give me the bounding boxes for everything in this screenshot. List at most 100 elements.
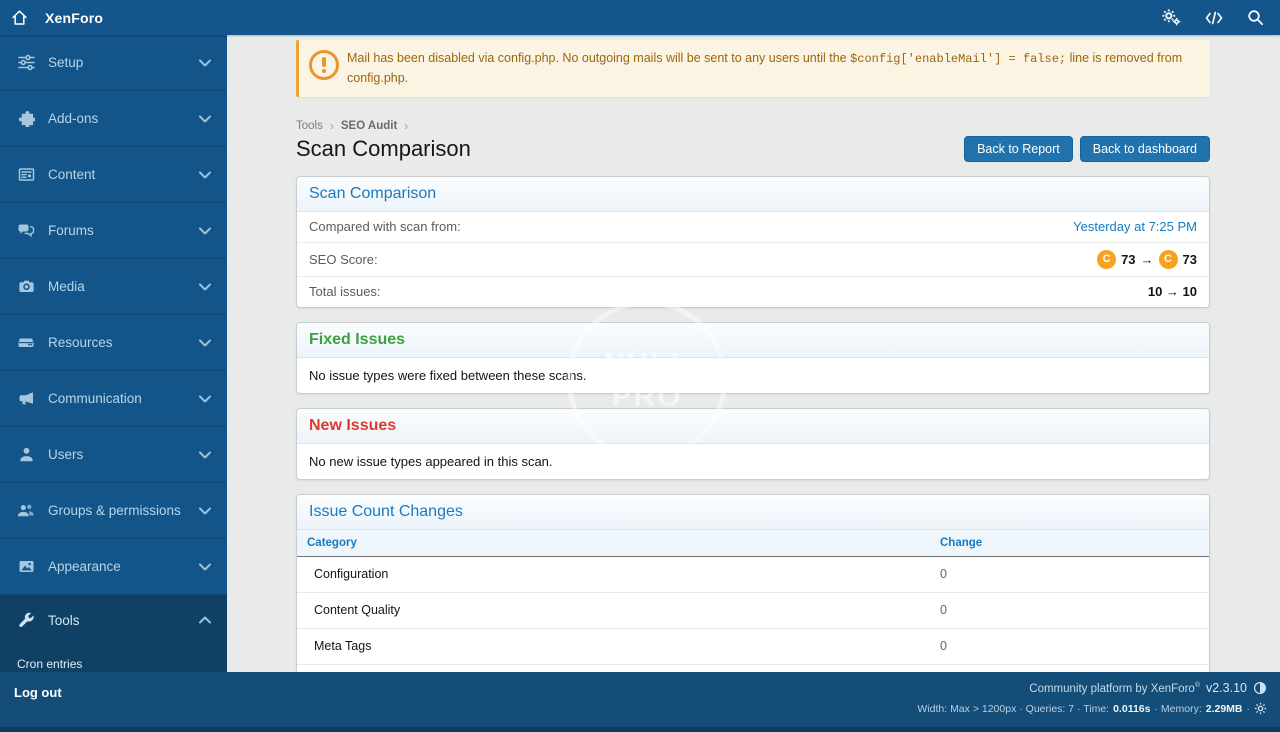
sidebar-item-label: Setup [48,55,83,70]
row-label: Total issues: [309,284,381,299]
column-header-category[interactable]: Category [307,537,940,549]
row-label: Compared with scan from: [309,219,461,234]
fixed-issues-body: No issue types were fixed between these … [297,358,1209,393]
chevron-down-icon [199,507,211,515]
sidebar-item-communication[interactable]: Communication [0,371,227,427]
image-icon [17,558,35,575]
chevron-down-icon [199,563,211,571]
mail-disabled-warning-banner: Mail has been disabled via config.php. N… [296,40,1210,97]
breadcrumb-seo-audit[interactable]: SEO Audit [341,120,397,132]
code-icon[interactable] [1205,10,1223,26]
logout-link[interactable]: Log out [14,685,62,700]
change-cell: 0 [940,639,1197,653]
sidebar-item-forums[interactable]: Forums [0,203,227,259]
score-grade-badge: C [1097,250,1116,269]
change-cell: 0 [940,567,1197,581]
scan-date-link[interactable]: Yesterday at 7:25 PM [1073,219,1197,234]
sidebar-item-appearance[interactable]: Appearance [0,539,227,595]
issue-table-header: Category Change [297,530,1209,557]
table-row: Schema / JSON-LD 0 [297,665,1209,672]
archive-icon [17,334,35,351]
title-actions: Back to Report Back to dashboard [964,136,1210,162]
table-row: Configuration 0 [297,557,1209,593]
category-cell: Configuration [307,567,940,581]
table-row: Content Quality 0 [297,593,1209,629]
back-to-dashboard-button[interactable]: Back to dashboard [1080,136,1210,162]
footer-platform-line: Community platform by XenForo® v2.3.10 [917,681,1267,695]
debug-gear-icon[interactable] [1254,702,1267,715]
fixed-issues-panel: Fixed Issues No issue types were fixed b… [296,322,1210,394]
column-header-change[interactable]: Change [940,537,1197,549]
back-to-report-button[interactable]: Back to Report [964,136,1073,162]
score-old: 73 [1121,252,1135,267]
gears-icon[interactable] [1162,9,1181,26]
sidebar-tools-section: Tools Cron entries [0,595,227,682]
puzzle-icon [17,110,35,127]
search-icon[interactable] [1247,9,1264,26]
new-issues-panel: New Issues No new issue types appeared i… [296,408,1210,480]
scan-comparison-header: Scan Comparison [297,177,1209,212]
sidebar-item-label: Add-ons [48,111,98,126]
sidebar-item-add-ons[interactable]: Add-ons [0,91,227,147]
page-footer: Log out Community platform by XenForo® v… [0,672,1280,732]
comments-icon [17,222,35,239]
table-row: Meta Tags 0 [297,629,1209,665]
score-new: 73 [1183,252,1197,267]
version-text: v2.3.10 [1206,681,1247,695]
breadcrumb-separator: › [404,119,408,133]
chevron-down-icon [199,283,211,291]
sliders-icon [17,54,35,71]
warning-icon [309,50,339,80]
breadcrumb-tools[interactable]: Tools [296,120,323,132]
sidebar-item-label: Groups & permissions [48,503,181,518]
debug-memory-value: 2.29MB [1206,703,1243,715]
category-cell: Content Quality [307,603,940,617]
sidebar-item-users[interactable]: Users [0,427,227,483]
sidebar-item-label: Resources [48,335,113,350]
comparison-row-scan-from: Compared with scan from: Yesterday at 7:… [297,212,1209,243]
footer-debug-line: Width: Max > 1200px · Queries: 7 · Time:… [917,702,1267,715]
contrast-icon[interactable] [1253,681,1267,695]
sidebar-item-content[interactable]: Content [0,147,227,203]
debug-time-value: 0.0116s [1113,703,1150,715]
breadcrumb-separator: › [330,119,334,133]
chevron-down-icon [199,171,211,179]
footer-bottom-strip [0,727,1280,732]
debug-text: Width: Max > 1200px · Queries: 7 · Time: [917,703,1109,715]
sidebar-item-label: Content [48,167,95,182]
user-icon [17,446,35,463]
chevron-down-icon [199,115,211,123]
fixed-issues-header: Fixed Issues [297,323,1209,358]
xenforo-admin-app: XenForo [0,0,1280,732]
sidebar-item-media[interactable]: Media [0,259,227,315]
sidebar-item-label: Tools [48,613,80,628]
chevron-down-icon [199,59,211,67]
issue-count-changes-header: Issue Count Changes [297,495,1209,530]
sidebar-subitem-label: Cron entries [17,657,82,671]
brand-title[interactable]: XenForo [45,10,103,26]
sidebar-item-resources[interactable]: Resources [0,315,227,371]
top-navbar: XenForo [0,0,1280,35]
sidebar-item-setup[interactable]: Setup [0,35,227,91]
comparison-row-seo-score: SEO Score: C 73 → C 73 [297,243,1209,277]
total-issues-value: 10 → 10 [1148,284,1197,299]
home-icon[interactable] [11,9,28,26]
sidebar-item-groups-permissions[interactable]: Groups & permissions [0,483,227,539]
sidebar-item-label: Communication [48,391,142,406]
chevron-down-icon [199,395,211,403]
newspaper-icon [17,166,35,183]
change-cell: 0 [940,603,1197,617]
breadcrumb: Tools › SEO Audit › [296,119,1210,133]
new-issues-body: No new issue types appeared in this scan… [297,444,1209,479]
new-issues-header: New Issues [297,409,1209,444]
sidebar-item-label: Forums [48,223,94,238]
category-cell: Meta Tags [307,639,940,653]
debug-text: · [1247,703,1251,715]
footer-info: Community platform by XenForo® v2.3.10 W… [917,681,1267,715]
platform-text[interactable]: Community platform by XenForo® [1029,682,1200,695]
chevron-down-icon [199,451,211,459]
sidebar-item-label: Appearance [48,559,121,574]
seo-score-value: C 73 → C 73 [1097,250,1197,269]
comparison-row-total-issues: Total issues: 10 → 10 [297,277,1209,307]
sidebar-item-tools[interactable]: Tools [0,595,227,645]
